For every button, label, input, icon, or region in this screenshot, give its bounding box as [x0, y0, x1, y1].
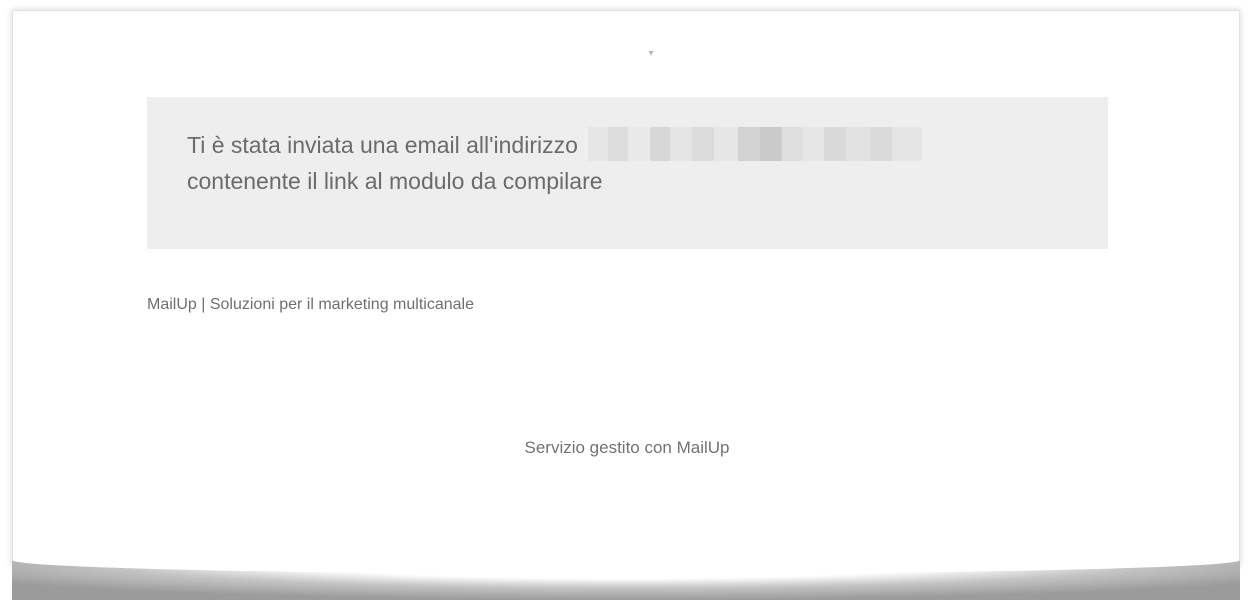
page-curl-shadow: [12, 560, 1240, 600]
screenshot-stage: ▾ Ti è stata inviata una email all'indir…: [0, 0, 1254, 605]
mailup-site-link[interactable]: MailUp | Soluzioni per il marketing mult…: [147, 295, 474, 315]
notice-text-1: Ti è stata inviata una email all'indiriz…: [187, 132, 578, 158]
confirmation-notice: Ti è stata inviata una email all'indiriz…: [147, 97, 1108, 249]
broken-logo-icon: ▾: [648, 48, 654, 59]
service-credit: Servizio gestito con MailUp: [524, 438, 730, 457]
notice-line-2: contenente il link al modulo da compilar…: [187, 168, 603, 194]
redacted-email-address: [587, 126, 922, 161]
confirmation-page: ▾ Ti è stata inviata una email all'indir…: [12, 10, 1240, 566]
notice-line-1: Ti è stata inviata una email all'indiriz…: [187, 126, 1068, 163]
